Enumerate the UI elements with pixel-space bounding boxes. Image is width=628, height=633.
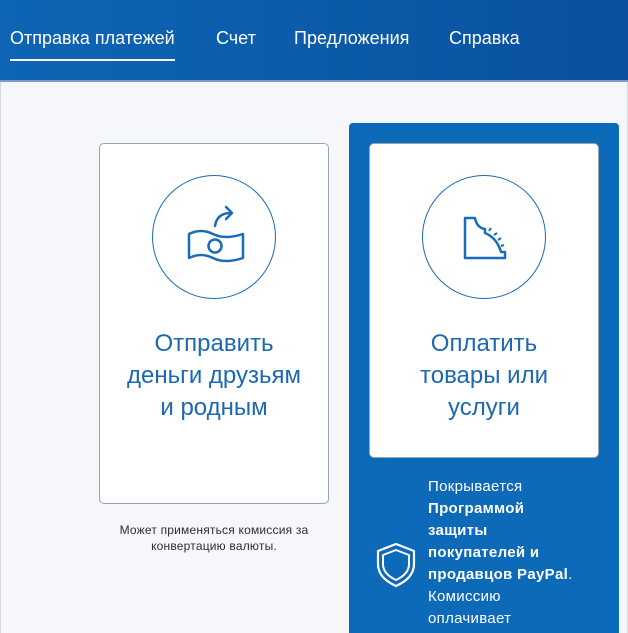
nav-item-send-payments[interactable]: Отправка платежей [10, 27, 175, 61]
receipt-pay-icon [463, 216, 507, 260]
buyer-protection-text: Покрывается Программой защиты покупателе… [428, 476, 598, 630]
pay-goods-title-line-3: услуги [448, 394, 520, 421]
currency-fee-note: Может применяться комиссия за конвертаци… [100, 522, 328, 554]
money-send-icon [187, 205, 245, 263]
protection-line-4: покупателей и [428, 544, 540, 561]
send-money-title-line-3: и родным [160, 394, 268, 421]
fee-note-line-2: конвертацию валюты. [151, 539, 277, 553]
send-money-title-line-2: деньги друзьям [126, 362, 302, 389]
shield-icon [376, 542, 416, 588]
page: Отправка платежей Счет Предложения Справ… [0, 0, 628, 633]
pay-goods-title-line-2: товары или [420, 362, 548, 389]
send-money-card[interactable]: Отправить деньги друзьям и родным [99, 143, 329, 504]
pay-goods-title-line-1: Оплатить [430, 330, 538, 357]
protection-line-2: Программой [428, 500, 525, 517]
protection-line-6: Комиссию [428, 588, 501, 605]
protection-line-1: Покрывается [428, 478, 523, 495]
fee-note-line-1: Может применяться комиссия за [119, 523, 309, 537]
pay-goods-card[interactable]: Оплатить товары или услуги [369, 143, 599, 458]
send-money-icon-circle [152, 175, 276, 299]
protection-line-3: защиты [428, 522, 488, 539]
nav-item-account[interactable]: Счет [216, 27, 256, 49]
protection-line-5: продавцов PayPal. [428, 566, 573, 583]
send-money-title-line-1: Отправить [154, 330, 274, 357]
nav-item-offers[interactable]: Предложения [294, 27, 409, 49]
top-nav: Отправка платежей Счет Предложения Справ… [0, 0, 628, 80]
protection-line-7: оплачивает [428, 610, 512, 627]
nav-item-help[interactable]: Справка [449, 27, 520, 49]
pay-goods-icon-circle [422, 175, 546, 299]
